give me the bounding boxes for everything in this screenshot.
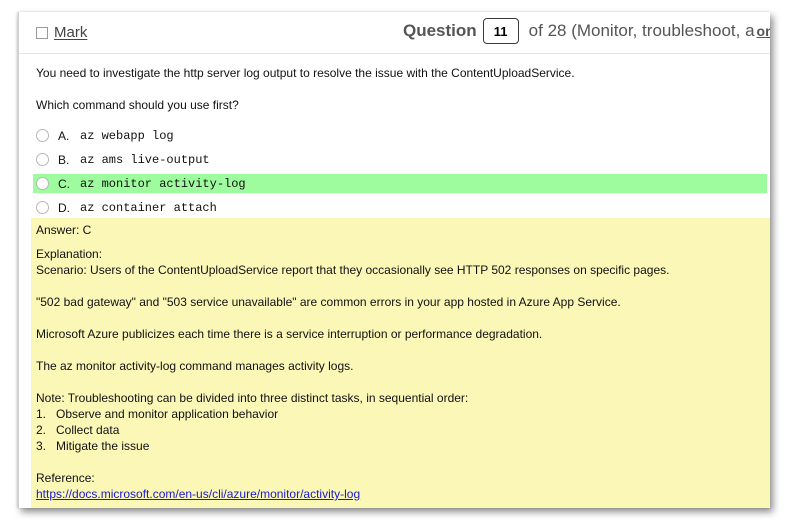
note-text: Note: Troubleshooting can be divided int… (36, 391, 469, 405)
answer-line: Answer: C (36, 223, 92, 237)
explanation-paragraph: Microsoft Azure publicizes each time the… (36, 327, 543, 341)
scenario-text: Scenario: Users of the ContentUploadServ… (36, 263, 670, 277)
mark-checkbox[interactable]: Mark (36, 24, 87, 41)
reference-link[interactable]: https://docs.microsoft.com/en-us/cli/azu… (36, 487, 360, 501)
option-a-radio[interactable] (36, 129, 49, 142)
option-letter: C. (58, 176, 70, 191)
option-c-radio[interactable] (36, 177, 49, 190)
option-b[interactable]: B. az ams live-output (33, 150, 767, 169)
list-number: 2. (36, 423, 47, 437)
option-text: az ams live-output (80, 152, 210, 167)
option-d[interactable]: D. az container attach (33, 198, 767, 217)
option-text: az monitor activity-log (80, 176, 246, 191)
question-number-input[interactable]: 11 (482, 18, 519, 44)
list-text: Mitigate the issue (56, 439, 150, 453)
question-total-text: of 28 (Monitor, troubleshoot, a (528, 21, 755, 40)
option-text: az webapp log (80, 128, 174, 143)
option-text: az container attach (80, 200, 217, 215)
section-link[interactable]: on (757, 23, 770, 39)
explanation-paragraph: The az monitor activity-log command mana… (36, 359, 354, 373)
question-prompt: Which command should you use first? (36, 98, 239, 112)
list-item: 3. Mitigate the issue (36, 438, 770, 454)
option-a[interactable]: A. az webapp log (33, 126, 767, 145)
question-header: Mark Question 11 of 28 (Monitor, trouble… (19, 12, 770, 54)
option-letter: B. (58, 152, 70, 167)
list-item: 1. Observe and monitor application behav… (36, 406, 770, 422)
explanation-label: Explanation: (36, 247, 103, 261)
option-d-radio[interactable] (36, 201, 49, 214)
explanation-paragraph: "502 bad gateway" and "503 service unava… (36, 295, 621, 309)
option-b-radio[interactable] (36, 153, 49, 166)
list-number: 1. (36, 407, 47, 421)
question-label: Question (403, 21, 477, 40)
option-letter: D. (58, 200, 70, 215)
answer-explanation-panel: Answer: C Explanation: Scenario: Users o… (31, 218, 770, 508)
option-letter: A. (58, 128, 70, 143)
option-c[interactable]: C. az monitor activity-log (33, 174, 767, 193)
list-number: 3. (36, 439, 47, 453)
list-text: Collect data (56, 423, 120, 437)
question-text: You need to investigate the http server … (36, 66, 575, 80)
question-navigation: Question 11 of 28 (Monitor, troubleshoot… (403, 18, 770, 44)
mark-checkbox-box[interactable] (36, 26, 48, 39)
list-item: 2. Collect data (36, 422, 770, 438)
question-window: Mark Question 11 of 28 (Monitor, trouble… (18, 12, 770, 508)
reference-label: Reference: (36, 471, 95, 485)
list-text: Observe and monitor application behavior (56, 407, 279, 421)
mark-label[interactable]: Mark (54, 24, 87, 41)
